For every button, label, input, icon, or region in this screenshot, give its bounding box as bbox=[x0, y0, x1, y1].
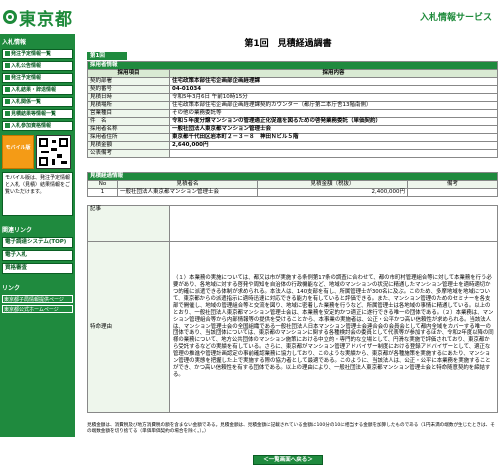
sidebar-item-estimate-results[interactable]: 見積結果等情報一覧 bbox=[2, 109, 73, 119]
arrow-icon bbox=[5, 75, 10, 80]
row-value bbox=[169, 149, 498, 158]
sidebar-item-label: 入札参加資格情報 bbox=[11, 123, 52, 129]
table-row: 契約部署 住宅政策本部住宅企画部企画経理課 bbox=[87, 77, 498, 86]
reason-label: 特命理由 bbox=[87, 241, 170, 413]
col-bidder-header: 見積者名 bbox=[117, 180, 258, 189]
related-links-title: 関連リンク bbox=[2, 227, 33, 234]
footnotes: 見積金額は、消費税及び地方消費税の額を含まない金額である。見積金額は、見積金額に… bbox=[87, 423, 495, 434]
sidebar-item-label: 見積結果等情報一覧 bbox=[11, 111, 57, 117]
site-title: 入札情報サービス bbox=[419, 13, 492, 23]
row-label: 見積場所 bbox=[87, 101, 170, 110]
table-row: 見積金額 2,640,000円 bbox=[87, 141, 498, 150]
sidebar-item-qualification[interactable]: 入札参加資格情報 bbox=[2, 121, 73, 131]
sidebar-item-label: 発注予定情報 bbox=[11, 75, 42, 81]
row-label: 契約番号 bbox=[87, 85, 170, 94]
mobile-note: モバイル版は、発注予定情報と入札（見積）結果情報をご覧いただけます。 bbox=[2, 172, 73, 216]
arrow-icon bbox=[5, 63, 10, 68]
row-value: 住宅政策本部住宅企画部企画経理課 bbox=[169, 77, 498, 86]
row-amount: 2,400,000円 bbox=[257, 188, 408, 197]
link-tokyo-official[interactable]: 東京都公式ホームページ bbox=[2, 305, 73, 313]
row-value: 東京都千代田区岩本町２－３－８ 神田Ｎビル５階 bbox=[169, 133, 498, 142]
sidebar-section-title: 入札情報 bbox=[2, 39, 27, 46]
tokyo-logo[interactable]: 東京都 bbox=[3, 6, 73, 30]
col-amount-header: 見積金額（税抜） bbox=[257, 180, 408, 189]
row-value: 令和5年3月6日 午前10時15分 bbox=[169, 93, 498, 102]
table-row: 営業種目 その他の業務委託等 bbox=[87, 109, 498, 118]
row-value: 令和５年度分譲マンションの管理適正化促進を図るための啓発業務委託（単価契約） bbox=[169, 117, 498, 126]
arrow-icon bbox=[5, 51, 10, 56]
row-label: 採用者住所 bbox=[87, 133, 170, 142]
agency-info-table: 採用者情報 採用項目 採用内容 契約部署 住宅政策本部住宅企画部企画経理課 契約番… bbox=[87, 61, 498, 158]
arrow-icon bbox=[5, 87, 10, 92]
tokyo-emblem-icon bbox=[3, 10, 17, 24]
table-row: 1 一般社団法人東京都マンション管理士会 2,400,000円 bbox=[87, 188, 498, 197]
table-row: 見積日時 令和5年3月6日 午前10時15分 bbox=[87, 93, 498, 102]
sidebar-item-order-plan[interactable]: 発注予定情報 bbox=[2, 73, 73, 83]
arrow-icon bbox=[5, 111, 10, 116]
mobile-label: モバイル版 bbox=[5, 145, 31, 151]
logo-text: 東京都 bbox=[19, 9, 73, 30]
table-row: 見積場所 住宅政策本部住宅企画部企画経理課契約カウンター（都庁第二本庁舎13階南側… bbox=[87, 101, 498, 110]
col-no-header: No bbox=[87, 180, 118, 189]
link-e-procurement-top[interactable]: 電子調達システム(TOP) bbox=[2, 237, 73, 248]
row-label: 契約部署 bbox=[87, 77, 170, 86]
page-title: 第1回 見積経過調書 bbox=[244, 39, 332, 49]
link-e-bidding[interactable]: 電子入札 bbox=[2, 250, 73, 261]
round-tab: 第1回 bbox=[87, 52, 127, 60]
table-row: 契約番号 04-01034 bbox=[87, 85, 498, 94]
arrow-icon bbox=[5, 99, 10, 104]
sidebar-item-bid-results[interactable]: 入札結果・辞退情報 bbox=[2, 85, 73, 95]
row-value: 04-01034 bbox=[169, 85, 498, 94]
col-content-header: 採用内容 bbox=[169, 69, 498, 78]
qr-code-icon bbox=[36, 135, 71, 169]
sidebar-item-label: 入札結果・辞退情報 bbox=[11, 87, 57, 93]
row-value: 一般社団法人東京都マンション管理士会 bbox=[169, 125, 498, 134]
row-value: 住宅政策本部住宅企画部企画経理課契約カウンター（都庁第二本庁舎13階南側） bbox=[169, 101, 498, 110]
links-title: リンク bbox=[2, 285, 21, 292]
row-note bbox=[407, 188, 498, 197]
sidebar-item-bid-notice[interactable]: 入札公告情報 bbox=[2, 61, 73, 71]
sidebar-item-bid-list[interactable]: 入札関係一覧 bbox=[2, 97, 73, 107]
sidebar-item-label: 入札関係一覧 bbox=[11, 99, 42, 105]
back-to-list-button[interactable]: ＜一覧画面へ戻る＞ bbox=[253, 455, 323, 465]
agency-section-header: 採用者情報 bbox=[87, 61, 498, 70]
main-content: 第1回 見積経過調書 第1回 採用者情報 採用項目 採用内容 契約部署 住宅政策本… bbox=[78, 34, 498, 465]
memo-value bbox=[169, 205, 498, 242]
table-row: 件 名令和５年度分譲マンションの管理適正化促進を図るための啓発業務委託（単価契約… bbox=[87, 117, 498, 126]
table-row: 公表備考 bbox=[87, 149, 498, 158]
table-row: 採用者住所 東京都千代田区岩本町２－３－８ 神田Ｎビル５階 bbox=[87, 133, 498, 142]
results-section-header: 見積経過情報 bbox=[87, 172, 498, 181]
row-label: 見積金額 bbox=[87, 141, 170, 150]
row-value: 2,640,000円 bbox=[169, 141, 498, 150]
table-row: 採用者名称 一般社団法人東京都マンション管理士会 bbox=[87, 125, 498, 134]
row-bidder: 一般社団法人東京都マンション管理士会 bbox=[117, 188, 258, 197]
arrow-icon bbox=[5, 123, 10, 128]
sidebar-item-label: 入札公告情報 bbox=[11, 63, 42, 69]
memo-table: 記事 特命理由 （１）本業務の実施については、都又は市が実施する条例第17条の調… bbox=[87, 205, 498, 413]
row-label: 件 名 bbox=[87, 117, 170, 126]
link-qualification-review[interactable]: 資格審査 bbox=[2, 263, 73, 274]
row-label: 見積日時 bbox=[87, 93, 170, 102]
sidebar-item-order-plan-list[interactable]: 発注予定情報一覧 bbox=[2, 49, 73, 59]
page-header: 東京都 入札情報サービス bbox=[0, 0, 500, 34]
mobile-banner[interactable]: モバイル版 bbox=[2, 135, 73, 169]
link-bureau-info[interactable]: 東京都子局情報提供ページ bbox=[2, 295, 73, 303]
sidebar: 入札情報 発注予定情報一覧 入札公告情報 発注予定情報 入札結果・辞退情報 入札… bbox=[0, 34, 75, 437]
row-label: 採用者名称 bbox=[87, 125, 170, 134]
mobile-icon: モバイル版 bbox=[2, 135, 34, 169]
col-note-header: 備考 bbox=[407, 180, 498, 189]
col-item-header: 採用項目 bbox=[87, 69, 170, 78]
row-label: 公表備考 bbox=[87, 149, 170, 158]
row-no: 1 bbox=[87, 188, 118, 197]
row-value: その他の業務委託等 bbox=[169, 109, 498, 118]
row-label: 営業種目 bbox=[87, 109, 170, 118]
sidebar-item-label: 発注予定情報一覧 bbox=[11, 51, 52, 57]
estimate-results-table: 見積経過情報 No 見積者名 見積金額（税抜） 備考 1 一般社団法人東京都マン… bbox=[87, 172, 498, 197]
reason-text: （１）本業務の実施については、都又は市が実施する条例第17条の調査に合わせて、都… bbox=[169, 241, 498, 413]
memo-label: 記事 bbox=[87, 205, 170, 242]
